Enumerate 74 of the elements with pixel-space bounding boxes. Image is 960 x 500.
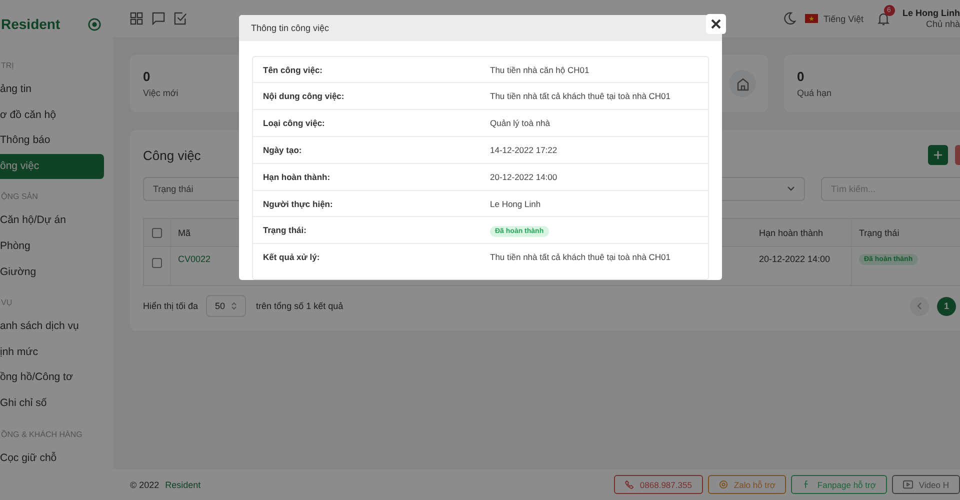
field-label: Người thực hiện: [262, 198, 334, 208]
target-icon[interactable] [88, 18, 101, 30]
support-button[interactable]: 0868.987.355 [614, 475, 703, 494]
field-label: Hạn hoàn thành: [262, 172, 332, 182]
chevron-left-icon [917, 302, 922, 310]
stat-label: Quá hạn [797, 88, 832, 98]
page-size-select[interactable]: 50 [206, 295, 246, 317]
column-header: Hạn hoàn thành [759, 228, 824, 238]
grid-icon[interactable] [130, 12, 143, 25]
bell-icon[interactable] [876, 12, 890, 26]
moon-icon[interactable] [783, 12, 796, 25]
result-count: trên tổng số 1 kết quả [256, 301, 344, 311]
field-label: Loại công việc: [262, 118, 326, 128]
field-value: 20-12-2022 14:00 [490, 172, 558, 182]
checkbox-icon[interactable] [174, 12, 187, 25]
language-selector[interactable]: Tiếng Việt [823, 14, 864, 24]
sidebar-item[interactable]: ảng tin [0, 77, 104, 103]
chat-icon[interactable] [152, 12, 165, 25]
sidebar-item[interactable]: Căn hộ/Dự án [0, 208, 104, 234]
play-icon [902, 480, 913, 489]
section-heading: TRỊ [0, 60, 15, 72]
panel-title: Công việc [143, 148, 201, 162]
field-value: Quản lý toà nhà [490, 118, 552, 128]
sidebar-item[interactable]: ồng hồ/Công tơ [0, 365, 104, 391]
sidebar-item[interactable]: ịnh mức [0, 340, 104, 366]
field-label: Ngày tạo: [262, 144, 303, 155]
stat-value: 0 [797, 69, 806, 84]
sidebar-item[interactable]: Cọc giữ chỗ [0, 446, 104, 472]
field-value: Thu tiền nhà căn hộ CH01 [490, 64, 590, 75]
job-code-link[interactable]: CV0022 [178, 254, 211, 264]
sidebar-item[interactable]: Thông báo [0, 128, 104, 154]
sort-arrows-icon [231, 302, 238, 310]
stat-label: Việc mới [143, 88, 178, 98]
checkbox[interactable] [152, 258, 162, 268]
sidebar-item[interactable]: ơ đồ căn hộ [0, 102, 104, 128]
field-label: Tên công việc: [262, 64, 324, 75]
sidebar-item[interactable]: Ghi chỉ số [0, 390, 104, 417]
field-label: Trạng thái: [262, 225, 308, 236]
logo-text[interactable]: Resident [1, 16, 60, 32]
flag-icon [805, 14, 818, 23]
section-heading: ỒNG & KHÁCH HÀNG [0, 428, 84, 441]
section-heading: ỘNG SẢN [0, 190, 39, 204]
close-button[interactable] [706, 14, 726, 34]
column-header: Mã [178, 228, 191, 238]
field-value: Le Hong Linh [490, 198, 542, 208]
brand-link[interactable]: Resident [165, 480, 201, 490]
lifebuoy-icon [718, 480, 728, 489]
field-value: Thu tiền nhà tất cả khách thuê tại toà nhà CH01 [490, 252, 672, 262]
field-value: Thu tiền nhà tất cả khách thuê tại toà nhà CH01 [490, 91, 672, 102]
checkbox[interactable] [152, 228, 162, 238]
close-icon [711, 19, 721, 29]
field-label: Nội dung công việc: [262, 91, 346, 102]
copyright-text: © 2022 [130, 480, 160, 490]
page-button[interactable]: 1 [937, 296, 956, 316]
section-heading: VỤ [0, 297, 14, 310]
phone-icon [624, 480, 634, 489]
support-button[interactable]: Video H [892, 475, 960, 494]
add-button[interactable] [928, 145, 948, 165]
chevron-down-icon [787, 186, 795, 192]
user-role: Chủ nhà [926, 18, 960, 30]
house-icon [729, 70, 756, 97]
field-label: Kết quả xử lý: [262, 252, 321, 262]
sidebar-item[interactable]: ông việc [0, 154, 104, 180]
sidebar-item[interactable]: Phòng [0, 234, 104, 260]
plus-icon [934, 151, 942, 159]
stat-value: 0 [143, 69, 152, 84]
user-name[interactable]: Le Hong Linh [902, 8, 960, 18]
dialog-title: Thông tin công việc [251, 22, 330, 33]
table-cell: 20-12-2022 14:00 [759, 254, 830, 264]
field-value: 14-12-2022 17:22 [490, 144, 558, 155]
page-size-label: Hiển thị tối đa [143, 301, 198, 311]
sidebar-item[interactable]: anh sách dịch vụ [0, 314, 104, 340]
sidebar-item[interactable]: Giường [0, 260, 104, 286]
column-header: Trạng thái [859, 228, 900, 238]
